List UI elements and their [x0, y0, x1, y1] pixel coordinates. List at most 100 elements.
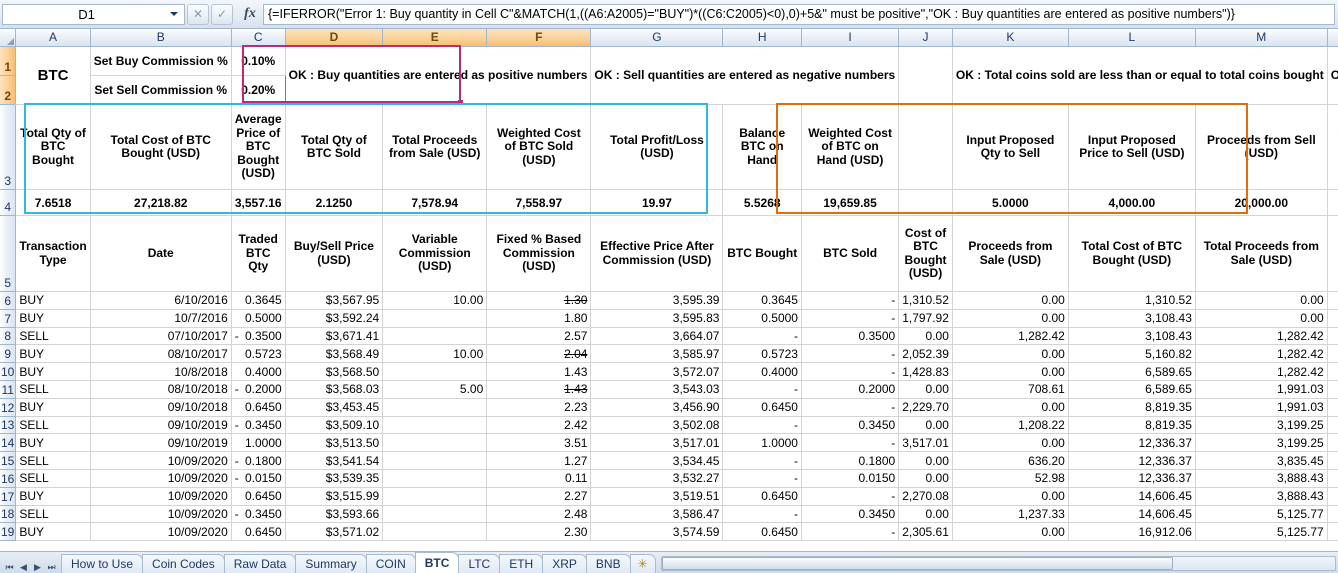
cell-date[interactable]: 08/10/2017 — [90, 344, 232, 364]
cell-type[interactable]: BUY — [15, 433, 91, 453]
cell-bought[interactable]: - — [722, 327, 802, 346]
cell-price[interactable]: $3,539.35 — [285, 469, 384, 488]
cell-bought[interactable]: 0.6450 — [722, 398, 802, 417]
cell-date[interactable]: 10/09/2020 — [90, 505, 232, 524]
name-box[interactable]: D1 — [2, 3, 185, 25]
cell-proceeds[interactable]: 52.98 — [952, 469, 1069, 488]
validation-banner-buy[interactable]: OK : Buy quantities are entered as posit… — [284, 46, 592, 105]
cell-effprice[interactable]: 3,543.03 — [590, 380, 724, 399]
last-sheet-icon[interactable]: ⏭ — [46, 562, 57, 573]
cell-proceeds[interactable]: 708.61 — [952, 380, 1069, 399]
row-header-2[interactable]: 2 — [0, 75, 17, 105]
cell-proceeds[interactable]: 1,237.33 — [952, 505, 1069, 524]
cell-date[interactable]: 10/09/2020 — [90, 522, 232, 542]
cell-totbought[interactable]: 1.8368 — [1327, 380, 1338, 399]
set-sell-commission-label[interactable]: Set Sell Commission % — [90, 75, 232, 105]
chevron-down-icon[interactable] — [170, 12, 178, 16]
cell-totbought[interactable]: 0.3645 — [1327, 291, 1338, 310]
cell-totcost[interactable]: 14,606.45 — [1068, 505, 1196, 524]
summary-pink-value-1[interactable]: 4,000.00 — [1067, 189, 1196, 216]
table-row[interactable]: 7 BUY 10/7/2016 0.5000 $3,592.24 1.80 3,595.83… — [0, 309, 1338, 328]
cell-effprice[interactable]: 3,595.39 — [590, 291, 724, 310]
cell-proceeds[interactable]: 0.00 — [952, 344, 1069, 364]
cell-varcomm[interactable] — [382, 469, 488, 488]
cell-price[interactable]: $3,592.24 — [285, 309, 384, 328]
sheet-table[interactable]: ABCDEFGHIJKLMNOP1BTCSet Buy Commission %… — [0, 29, 1338, 542]
table-row[interactable]: 8 SELL 07/10/2017-0.3500 $3,671.41 2.57 3,664… — [0, 327, 1338, 346]
cell-totproc[interactable]: 0.00 — [1195, 291, 1328, 310]
sheet-tab-ltc[interactable]: LTC — [458, 554, 501, 573]
cell-effprice[interactable]: 3,664.07 — [590, 327, 724, 346]
cell-totbought[interactable]: 1.4368 — [1327, 344, 1338, 364]
cell-type[interactable]: SELL — [15, 505, 91, 524]
first-sheet-icon[interactable]: ⏮ — [4, 562, 15, 573]
cell-type[interactable]: BUY — [15, 398, 91, 417]
cell-fixcomm[interactable]: 0.11 — [486, 469, 592, 488]
cell-totbought[interactable]: 2.4818 — [1327, 416, 1338, 435]
cell-sold[interactable]: - — [801, 398, 900, 417]
cell-varcomm[interactable] — [382, 327, 488, 346]
cell-type[interactable]: BUY — [15, 344, 91, 364]
cell-bought[interactable]: 0.5000 — [722, 309, 802, 328]
cell-varcomm[interactable] — [382, 433, 488, 453]
cell-effprice[interactable]: 3,595.83 — [590, 309, 724, 328]
cell-sold[interactable]: 0.3450 — [801, 505, 900, 524]
column-header-G[interactable]: G — [590, 29, 724, 47]
buy-commission-value[interactable]: 0.10% — [231, 46, 286, 76]
cell-totcost[interactable]: 12,336.37 — [1068, 433, 1196, 453]
cell-totproc[interactable]: 1,991.03 — [1195, 380, 1328, 399]
cell-qty[interactable]: -0.2000 — [231, 380, 286, 399]
cell-costbought[interactable]: 1,310.52 — [898, 291, 953, 310]
cell-totproc[interactable]: 1,282.42 — [1195, 344, 1328, 364]
formula-input[interactable]: {=IFERROR("Error 1: Buy quantity in Cell… — [263, 3, 1335, 25]
cell-varcomm[interactable] — [382, 451, 488, 470]
cell-sold[interactable]: - — [801, 309, 900, 328]
cell-varcomm[interactable] — [382, 487, 488, 506]
cell-effprice[interactable]: 3,532.27 — [590, 469, 724, 488]
cell-fixcomm[interactable]: 2.27 — [486, 487, 592, 506]
cell-fixcomm[interactable]: 2.23 — [486, 398, 592, 417]
cell-totcost[interactable]: 3,108.43 — [1068, 309, 1196, 328]
cell-date[interactable]: 08/10/2018 — [90, 380, 232, 399]
cell-costbought[interactable]: 2,305.61 — [898, 522, 953, 542]
spreadsheet-grid[interactable]: ABCDEFGHIJKLMNOP1BTCSet Buy Commission %… — [0, 29, 1338, 551]
sheet-tab-xrp[interactable]: XRP — [542, 554, 587, 573]
column-header-F[interactable]: F — [486, 29, 592, 47]
cell-costbought[interactable]: 0.00 — [898, 416, 953, 435]
cell-effprice[interactable]: 3,585.97 — [590, 344, 724, 364]
sheet-tab-raw-data[interactable]: Raw Data — [223, 554, 297, 573]
cell-type[interactable]: SELL — [15, 416, 91, 435]
cell-totcost[interactable]: 16,912.06 — [1068, 522, 1196, 542]
cell-effprice[interactable]: 3,586.47 — [590, 505, 724, 524]
cell-varcomm[interactable]: 10.00 — [382, 344, 488, 364]
cell-totproc[interactable]: 3,199.25 — [1195, 416, 1328, 435]
cell-proceeds[interactable]: 0.00 — [952, 522, 1069, 542]
summary-pink-value-0[interactable]: 5.0000 — [951, 189, 1069, 216]
cell-type[interactable]: BUY — [15, 362, 91, 381]
cell-price[interactable]: $3,541.54 — [285, 451, 384, 470]
sheet-tab-bnb[interactable]: BNB — [585, 554, 631, 573]
cell-fixcomm[interactable]: 1.43 — [486, 380, 592, 399]
cell-totcost[interactable]: 1,310.52 — [1068, 291, 1196, 310]
cell-date[interactable]: 6/10/2016 — [90, 291, 232, 310]
cell-qty[interactable]: 0.3645 — [231, 291, 286, 310]
cell-qty[interactable]: -0.1800 — [231, 451, 286, 470]
confirm-formula-button[interactable]: ✓ — [211, 3, 233, 25]
table-row[interactable]: 15 SELL 10/09/2020-0.1800 $3,541.54 1.27 3,53… — [0, 451, 1338, 470]
cell-totproc[interactable]: 0.00 — [1195, 309, 1328, 328]
tab-nav-buttons[interactable]: ⏮ ◀ ▶ ⏭ — [0, 562, 61, 573]
column-header-D[interactable]: D — [285, 29, 384, 47]
cell-totproc[interactable]: 3,888.43 — [1195, 469, 1328, 488]
cell-costbought[interactable]: 0.00 — [898, 451, 953, 470]
cell-proceeds[interactable]: 0.00 — [952, 291, 1069, 310]
cell-date[interactable]: 10/09/2020 — [90, 451, 232, 470]
table-row[interactable]: 19 BUY 10/09/2020 0.6450 $3,571.02 2.30 3,574.… — [0, 522, 1338, 542]
table-row[interactable]: 10 BUY 10/8/2018 0.4000 $3,568.50 1.43 3,572.0… — [0, 362, 1338, 381]
cell-totcost[interactable]: 3,108.43 — [1068, 327, 1196, 346]
new-sheet-icon[interactable]: ✳ — [629, 554, 656, 573]
cell-qty[interactable]: -0.3500 — [231, 327, 286, 346]
cell-qty[interactable]: 0.6450 — [231, 487, 286, 506]
cell-qty[interactable]: 0.4000 — [231, 362, 286, 381]
column-header-E[interactable]: E — [382, 29, 488, 47]
cell-totproc[interactable]: 3,888.43 — [1195, 487, 1328, 506]
